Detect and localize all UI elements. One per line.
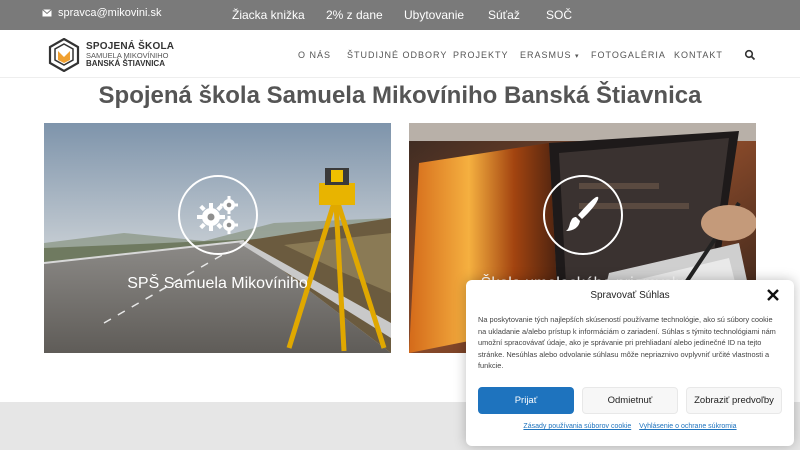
paintbrush-icon — [566, 196, 599, 231]
nav-studijne-odbory[interactable]: ŠTUDIJNÉ ODBORY — [347, 50, 447, 60]
cookie-links: Zásady používania súborov cookie Vyhláse… — [466, 423, 794, 430]
school-logo[interactable]: SPOJENÁ ŠKOLA SAMUELA MIKOVÍNIHO BANSKÁ … — [48, 38, 174, 72]
nav-fotogaleria[interactable]: FOTOGALÉRIA — [591, 50, 666, 60]
cookie-dialog-title: Spravovať Súhlas — [590, 290, 670, 301]
close-icon[interactable] — [766, 288, 780, 302]
site-header: SPOJENÁ ŠKOLA SAMUELA MIKOVÍNIHO BANSKÁ … — [0, 30, 800, 78]
logo-emblem-icon — [48, 38, 80, 72]
logo-line-3: BANSKÁ ŠTIAVNICA — [86, 58, 165, 68]
envelope-icon — [42, 9, 52, 17]
cookie-policy-link[interactable]: Zásady používania súborov cookie — [523, 423, 631, 430]
card-title: SPŠ Samuela Mikovíniho — [127, 275, 308, 292]
contact-email[interactable]: spravca@mikovini.sk — [42, 7, 161, 19]
nav-kontakt[interactable]: KONTAKT — [674, 50, 723, 60]
card-icon-circle — [543, 175, 623, 255]
privacy-statement-link[interactable]: Vyhlásenie o ochrane súkromia — [639, 423, 736, 430]
view-preferences-button[interactable]: Zobraziť predvoľby — [686, 387, 782, 414]
deny-button[interactable]: Odmietnuť — [582, 387, 678, 414]
top-link-sutaz[interactable]: Súťaž — [488, 8, 520, 22]
gears-icon — [197, 196, 238, 234]
nav-erasmus[interactable]: ERASMUS ▾ — [520, 50, 580, 60]
email-text: spravca@mikovini.sk — [58, 7, 162, 19]
chevron-down-icon: ▾ — [575, 53, 580, 60]
card-icon-circle — [178, 175, 258, 255]
page-title: Spojená škola Samuela Mikovíniho Banská … — [98, 82, 702, 109]
top-bar: spravca@mikovini.sk Žiacka knižka 2% z d… — [0, 0, 800, 30]
nav-erasmus-label: ERASMUS — [520, 50, 572, 60]
accept-button[interactable]: Prijať — [478, 387, 574, 414]
nav-projekty[interactable]: PROJEKTY — [453, 50, 509, 60]
search-icon[interactable] — [744, 49, 756, 61]
top-link-soc[interactable]: SOČ — [546, 8, 572, 22]
top-link-ubytovanie[interactable]: Ubytovanie — [404, 8, 464, 22]
card-sps[interactable]: SPŠ Samuela Mikovíniho — [44, 123, 391, 353]
cookie-consent-dialog: Spravovať Súhlas Na poskytovanie tých na… — [466, 280, 794, 446]
nav-o-nas[interactable]: O NÁS — [298, 50, 331, 60]
top-link-ziacka-knizka[interactable]: Žiacka knižka — [232, 8, 305, 22]
top-link-2-percent[interactable]: 2% z dane — [326, 8, 383, 22]
cookie-dialog-text: Na poskytovanie tých najlepších skúsenos… — [478, 315, 776, 370]
